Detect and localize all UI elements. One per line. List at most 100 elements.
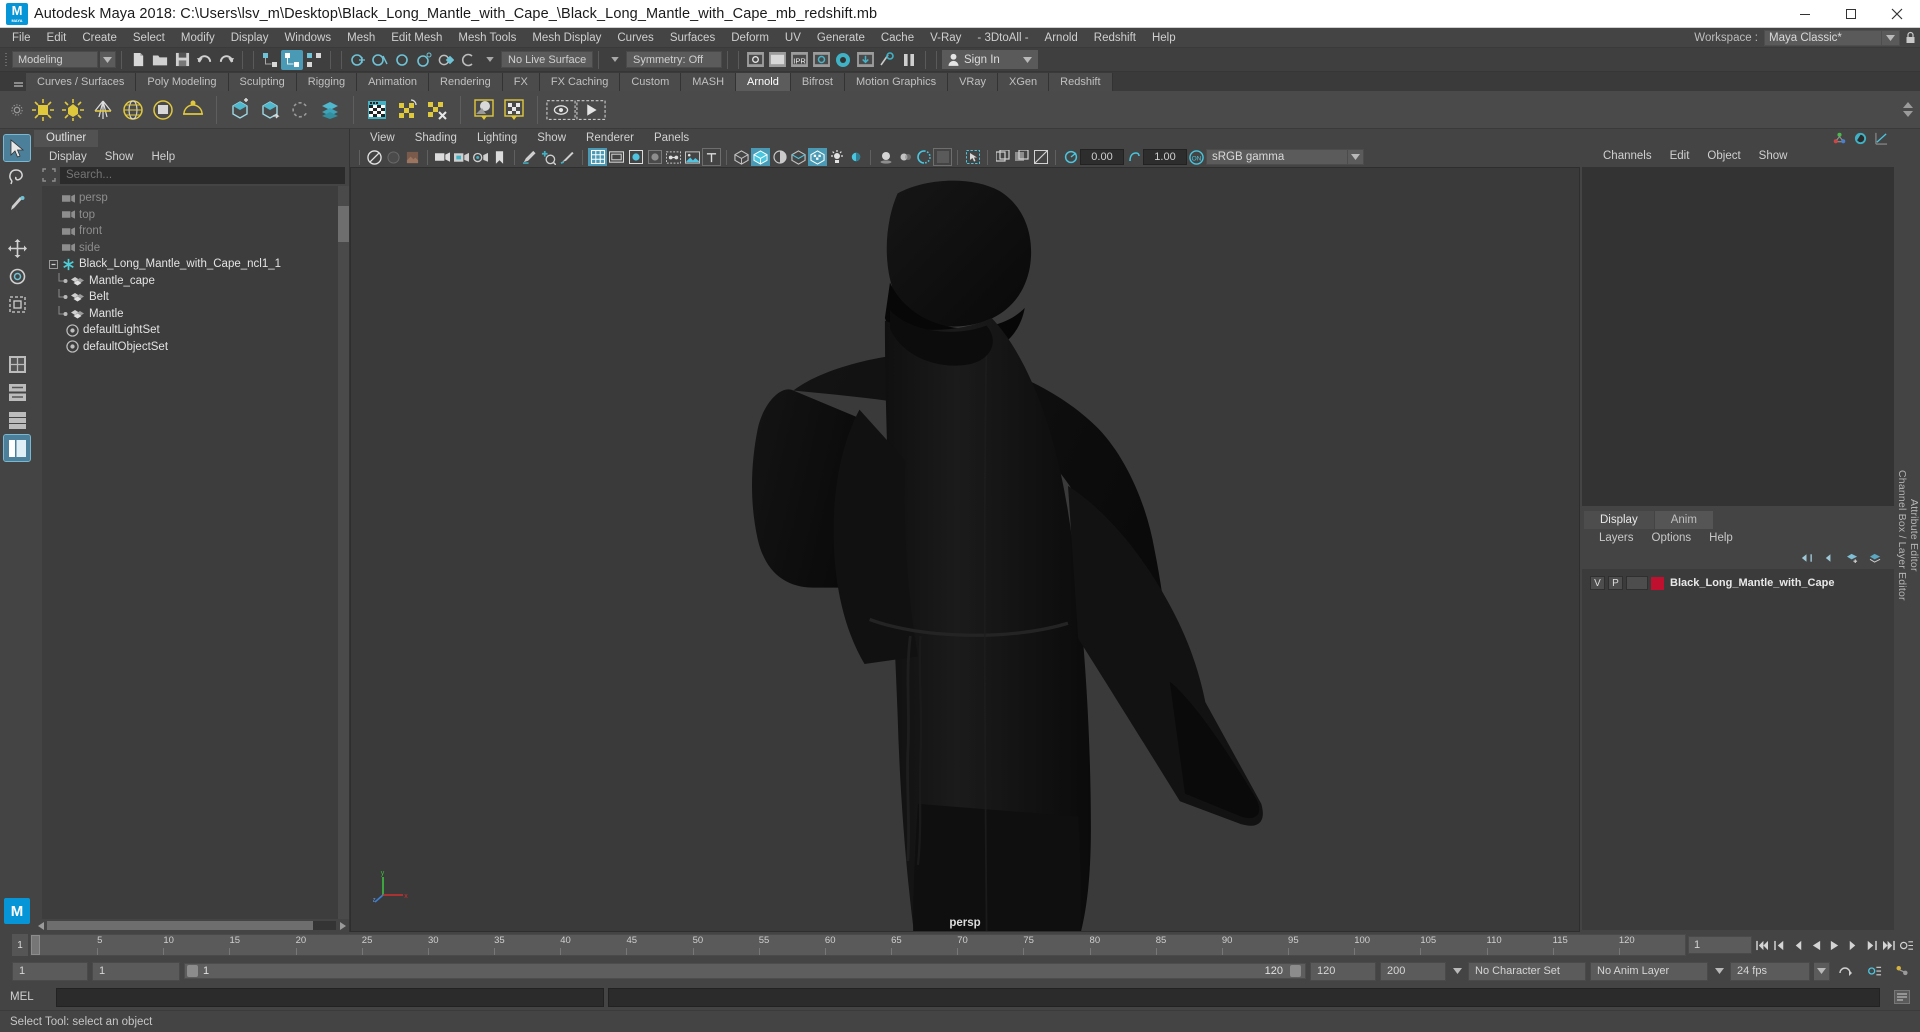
shelf-grip-icon[interactable]: [10, 74, 26, 91]
arnold-play-icon[interactable]: [576, 94, 606, 126]
layout-two-pane-button[interactable]: [4, 379, 30, 405]
command-input[interactable]: [56, 987, 604, 1007]
search-icon[interactable]: [38, 168, 60, 182]
expander-collapse-icon[interactable]: [46, 259, 60, 269]
render-settings-icon[interactable]: [810, 50, 832, 70]
outliner-item-front[interactable]: front: [42, 223, 349, 240]
workspace-select[interactable]: Maya Classic*: [1764, 29, 1882, 46]
menu-mesh-display[interactable]: Mesh Display: [524, 28, 609, 48]
command-output[interactable]: [608, 987, 1880, 1007]
ambient-occlusion-icon[interactable]: [876, 148, 895, 166]
menu-help[interactable]: Help: [1144, 28, 1184, 48]
menu-deform[interactable]: Deform: [723, 28, 777, 48]
camera-lock-icon[interactable]: [452, 148, 471, 166]
arnold-shader-ball-icon[interactable]: [469, 94, 499, 126]
select-by-component-icon[interactable]: [303, 50, 325, 70]
step-back-key-icon[interactable]: [1773, 936, 1788, 954]
shelf-tab-rigging[interactable]: Rigging: [296, 73, 358, 91]
render-flag-icon[interactable]: [876, 50, 898, 70]
exposure-reset-icon[interactable]: [1031, 148, 1050, 166]
channels-menu[interactable]: Channels: [1594, 150, 1661, 162]
layer-color-swatch[interactable]: [1651, 576, 1664, 590]
anti-aliasing-icon[interactable]: [914, 148, 933, 166]
grid-toggle-icon[interactable]: [588, 148, 607, 166]
xray-shaded-icon[interactable]: [993, 148, 1012, 166]
range-slider[interactable]: 1 120: [184, 963, 1306, 979]
texture-display-icon[interactable]: [683, 148, 702, 166]
range-handle-right[interactable]: [1290, 965, 1301, 977]
render-current-frame-icon[interactable]: [744, 50, 766, 70]
text-display-icon[interactable]: [702, 148, 721, 166]
color-management-on-icon[interactable]: ON: [1187, 148, 1206, 166]
exposure-icon[interactable]: [1061, 148, 1080, 166]
live-surface-field[interactable]: No Live Surface: [501, 51, 593, 68]
time-cursor[interactable]: [31, 935, 40, 955]
arnold-clear-cache-icon[interactable]: [422, 94, 452, 126]
viewport-menu-renderer[interactable]: Renderer: [576, 132, 644, 144]
range-handle-left[interactable]: [187, 965, 198, 977]
chevron-down-icon[interactable]: [1450, 968, 1464, 974]
menu-select[interactable]: Select: [125, 28, 173, 48]
textured-mode-icon[interactable]: [808, 148, 827, 166]
go-to-end-icon[interactable]: [1881, 936, 1896, 954]
snap-to-projected-center-icon[interactable]: [413, 50, 435, 70]
snap-to-curve-icon[interactable]: [369, 50, 391, 70]
sign-in-button[interactable]: Sign In: [942, 50, 1038, 69]
step-back-frame-icon[interactable]: [1791, 936, 1806, 954]
viewport-menu-panels[interactable]: Panels: [644, 132, 699, 144]
arnold-skydome-light-icon[interactable]: [118, 94, 148, 126]
display-layer-list[interactable]: V P Black_Long_Mantle_with_Cape: [1582, 568, 1894, 930]
grease-pencil-icon[interactable]: [520, 148, 539, 166]
arnold-render-view-icon[interactable]: [362, 94, 392, 126]
playback-end-field[interactable]: 200: [1380, 961, 1446, 981]
paint-effects-icon[interactable]: [558, 148, 577, 166]
ipr-render-icon[interactable]: IPR: [788, 50, 810, 70]
xray-icon[interactable]: [645, 148, 664, 166]
channel-box-layer-editor-vertical-label[interactable]: Channel Box / Layer Editor: [1896, 129, 1908, 932]
layout-three-pane-button[interactable]: [4, 407, 30, 433]
tab-display-layers[interactable]: Display: [1584, 510, 1654, 529]
outliner-item-default-light-set[interactable]: defaultLightSet: [42, 322, 349, 339]
color-profile-select[interactable]: sRGB gamma: [1206, 149, 1348, 165]
film-gate-icon[interactable]: [607, 148, 626, 166]
menu-curves[interactable]: Curves: [609, 28, 661, 48]
persp-viewport[interactable]: y x z persp: [350, 167, 1580, 932]
layers-menu[interactable]: Layers: [1590, 532, 1643, 544]
time-slider[interactable]: 5 10 15 20 25 30 35 40 45 50 55 60 65 70 75 80 85 90 95 100…: [30, 934, 1686, 956]
bookmark-icon[interactable]: [490, 148, 509, 166]
viewport-menu-shading[interactable]: Shading: [405, 132, 467, 144]
outliner-item-nucleus[interactable]: Black_Long_Mantle_with_Cape_ncl1_1: [42, 256, 349, 273]
scrollbar-track[interactable]: [47, 921, 336, 930]
arnold-standin-create-icon[interactable]: [225, 94, 255, 126]
wireframe-on-shaded-icon[interactable]: [626, 148, 645, 166]
attribute-editor-icon[interactable]: [1854, 132, 1867, 145]
new-scene-icon[interactable]: [127, 50, 149, 70]
shelf-tab-xgen[interactable]: XGen: [998, 73, 1050, 91]
layout-outliner-persp-button[interactable]: [3, 434, 31, 462]
menu-vray[interactable]: V-Ray: [922, 28, 969, 48]
shelf-scroll-arrows[interactable]: [1896, 102, 1920, 117]
arnold-mesh-light-icon[interactable]: [148, 94, 178, 126]
chevron-down-icon[interactable]: [1814, 961, 1830, 981]
pause-icon[interactable]: [898, 50, 920, 70]
make-live-icon[interactable]: [457, 50, 479, 70]
arnold-area-light-icon[interactable]: [28, 94, 58, 126]
layer-playback-toggle[interactable]: P: [1608, 576, 1623, 590]
anim-layer-select[interactable]: No Anim Layer: [1590, 961, 1708, 981]
menu-surfaces[interactable]: Surfaces: [662, 28, 723, 48]
shelf-tab-fx[interactable]: FX: [502, 73, 540, 91]
select-by-hierarchy-icon[interactable]: [259, 50, 281, 70]
save-scene-icon[interactable]: [171, 50, 193, 70]
close-button[interactable]: [1874, 0, 1920, 28]
character-set-options-icon[interactable]: [1890, 964, 1914, 978]
select-tool-button[interactable]: [3, 134, 31, 162]
animation-preferences-gear-icon[interactable]: [1862, 964, 1886, 978]
menu-modify[interactable]: Modify: [173, 28, 223, 48]
shelf-tab-poly-modeling[interactable]: Poly Modeling: [136, 73, 229, 91]
shelf-tab-redshift[interactable]: Redshift: [1049, 73, 1113, 91]
shelf-tab-arnold[interactable]: Arnold: [736, 73, 791, 91]
shelf-tab-curves-surfaces[interactable]: Curves / Surfaces: [26, 73, 137, 91]
wireframe-shading-icon[interactable]: [732, 148, 751, 166]
camera-attributes-icon[interactable]: [433, 148, 452, 166]
outliner-menu-display[interactable]: Display: [40, 151, 96, 163]
